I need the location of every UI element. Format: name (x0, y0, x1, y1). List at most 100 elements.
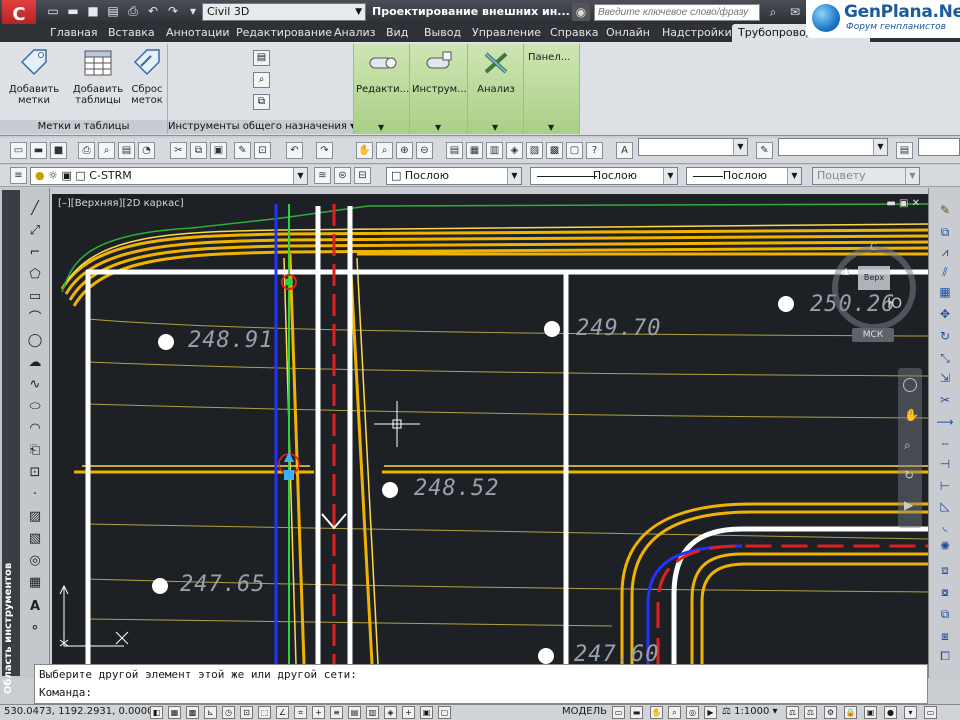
region-icon[interactable]: ◎ (26, 552, 44, 570)
otrack-icon[interactable]: ∠ (276, 706, 289, 719)
search-input[interactable] (594, 4, 760, 21)
panel-general-tools-title[interactable]: Инструменты общего назначения ▾ (168, 120, 353, 134)
osnap-icon[interactable]: ⊡ (240, 706, 253, 719)
analysis-button[interactable]: Анализ (470, 48, 522, 95)
tab-help[interactable]: Справка (544, 24, 604, 42)
table-style-select[interactable] (918, 138, 960, 156)
trim-icon[interactable]: ✂ (936, 392, 954, 408)
draworder-below-icon[interactable]: ⧆ (936, 628, 954, 644)
arc-icon[interactable]: ⌒ (26, 310, 44, 328)
markup-icon[interactable]: ▧ (526, 142, 543, 159)
circle-icon[interactable]: ◯ (26, 332, 44, 350)
rectangle-icon[interactable]: ▭ (26, 288, 44, 306)
quick-view-layouts-icon[interactable]: ▭ (612, 706, 625, 719)
print-icon[interactable]: ⎙ (124, 3, 142, 20)
multiline-text-icon[interactable]: A (26, 598, 44, 616)
ellipse-arc-icon[interactable]: ◠ (26, 420, 44, 438)
make-current-icon[interactable]: ≋ (314, 167, 331, 184)
layer-state-icon[interactable]: ⊟ (354, 167, 371, 184)
ucs-menu-button[interactable]: МСК (852, 328, 894, 342)
annotation-scale-select[interactable]: ⚖ 1:1000 ▾ (722, 706, 778, 717)
lineweight-select[interactable]: Послою ▼ (686, 167, 802, 185)
open-icon[interactable]: ▬ (30, 142, 47, 159)
add-labels-button[interactable]: Добавить метки (8, 48, 60, 106)
move-icon[interactable]: ✥ (936, 306, 954, 322)
pan-icon[interactable]: ✋ (904, 408, 919, 422)
polygon-icon[interactable]: ⬠ (26, 266, 44, 284)
workspace-switching-icon[interactable]: ⚙ (824, 706, 837, 719)
color-select[interactable]: □ Послою ▼ (386, 167, 522, 185)
text-style-icon[interactable]: A (616, 142, 633, 159)
3d-osnap-icon[interactable]: ⬚ (258, 706, 271, 719)
orbit-icon[interactable]: ↻ (904, 468, 914, 482)
navigation-bar[interactable]: ✋ ⌕ ↻ ▶ (898, 368, 922, 528)
chevron-down-icon[interactable]: ▼ (492, 123, 498, 132)
auto-scale-icon[interactable]: ⚖ (804, 706, 817, 719)
spline-icon[interactable]: ∿ (26, 376, 44, 394)
tab-modify[interactable]: Редактирование (230, 24, 338, 42)
draworder-front-icon[interactable]: ⧈ (936, 562, 954, 578)
table-icon[interactable]: ▦ (26, 574, 44, 592)
zoom-window-icon[interactable]: ⊕ (396, 142, 413, 159)
scale-icon[interactable]: ⤡ (936, 350, 954, 366)
copy-object-icon[interactable]: ⧉ (253, 94, 270, 110)
new-icon[interactable]: ▭ (10, 142, 27, 159)
redo-icon[interactable]: ↷ (316, 142, 333, 159)
add-tables-button[interactable]: Добавить таблицы (70, 48, 126, 106)
model-layout-toggle[interactable]: МОДЕЛЬ (562, 706, 607, 717)
erase-icon[interactable]: ✎ (936, 202, 954, 218)
block-editor-icon[interactable]: ⊡ (254, 142, 271, 159)
gradient-icon[interactable]: ▧ (26, 530, 44, 548)
new-file-icon[interactable]: ▭ (44, 3, 62, 20)
layer-previous-icon[interactable]: ⊜ (334, 167, 351, 184)
annotation-monitor-icon[interactable]: + (402, 706, 415, 719)
zoom-to-icon[interactable]: ⌕ (253, 72, 270, 88)
grip-square[interactable] (284, 470, 294, 480)
preview-icon[interactable]: ⌕ (98, 142, 115, 159)
command-line[interactable]: Выберите другой элемент этой же или друг… (34, 664, 928, 704)
pan-icon[interactable]: ✋ (650, 706, 663, 719)
add-selected-icon[interactable]: ⚬ (26, 620, 44, 638)
draworder-above-icon[interactable]: ⧉ (936, 606, 954, 622)
undo-icon[interactable]: ↶ (286, 142, 303, 159)
save-as-icon[interactable]: ▤ (104, 3, 122, 20)
design-center-icon[interactable]: ▦ (466, 142, 483, 159)
tab-annotate[interactable]: Аннотации (160, 24, 236, 42)
tab-online[interactable]: Онлайн (600, 24, 656, 42)
lineweight-icon[interactable]: ≡ (330, 706, 343, 719)
model-space-icon[interactable]: ▣ (420, 706, 433, 719)
make-block-icon[interactable]: ⊡ (26, 464, 44, 482)
extend-icon[interactable]: ⟶ (936, 414, 954, 430)
steering-wheel-icon[interactable]: ◎ (686, 706, 699, 719)
reset-labels-button[interactable]: Сброс меток (128, 48, 166, 106)
snap-icon[interactable]: ▦ (168, 706, 181, 719)
tool-palettes-icon[interactable]: ▥ (486, 142, 503, 159)
layer-manager-icon[interactable]: ≡ (10, 167, 27, 184)
hardware-acceleration-icon[interactable]: ▣ (864, 706, 877, 719)
paste-icon[interactable]: ▣ (210, 142, 227, 159)
drawing-viewport[interactable]: [–][Верхняя][2D каркас] ▬ ▣ ✕ 248.91 249… (52, 194, 928, 664)
array-icon[interactable]: ▦ (936, 284, 954, 300)
zoom-icon[interactable]: ⌕ (668, 706, 681, 719)
workspace-select[interactable]: Civil 3D ▼ (202, 3, 366, 21)
rotate-icon[interactable]: ↻ (936, 328, 954, 344)
pan-hand-icon[interactable]: ✋ (356, 142, 373, 159)
viewport-window-controls[interactable]: ▬ ▣ ✕ (886, 198, 920, 209)
chevron-down-icon[interactable]: ▼ (548, 123, 554, 132)
status-tray-icon[interactable]: ▾ (904, 706, 917, 719)
quick-properties-icon[interactable]: ▥ (366, 706, 379, 719)
copy-object-icon[interactable]: ⧉ (936, 224, 954, 240)
transparency-icon[interactable]: ▤ (348, 706, 361, 719)
tab-addins[interactable]: Надстройки (656, 24, 738, 42)
showmotion-icon[interactable]: ▶ (904, 498, 913, 512)
revision-cloud-icon[interactable]: ☁ (26, 354, 44, 372)
tab-manage[interactable]: Управление (466, 24, 547, 42)
command-prompt[interactable]: Команда: (39, 686, 92, 699)
tools-button[interactable]: Инструм... (412, 48, 467, 95)
showmotion-icon[interactable]: ▶ (704, 706, 717, 719)
break-icon[interactable]: ⊣ (936, 456, 954, 472)
match-properties-icon[interactable]: ✎ (234, 142, 251, 159)
zoom-icon[interactable]: ⌕ (904, 438, 911, 453)
calculator-icon[interactable]: ▢ (566, 142, 583, 159)
tab-view[interactable]: Вид (380, 24, 414, 42)
